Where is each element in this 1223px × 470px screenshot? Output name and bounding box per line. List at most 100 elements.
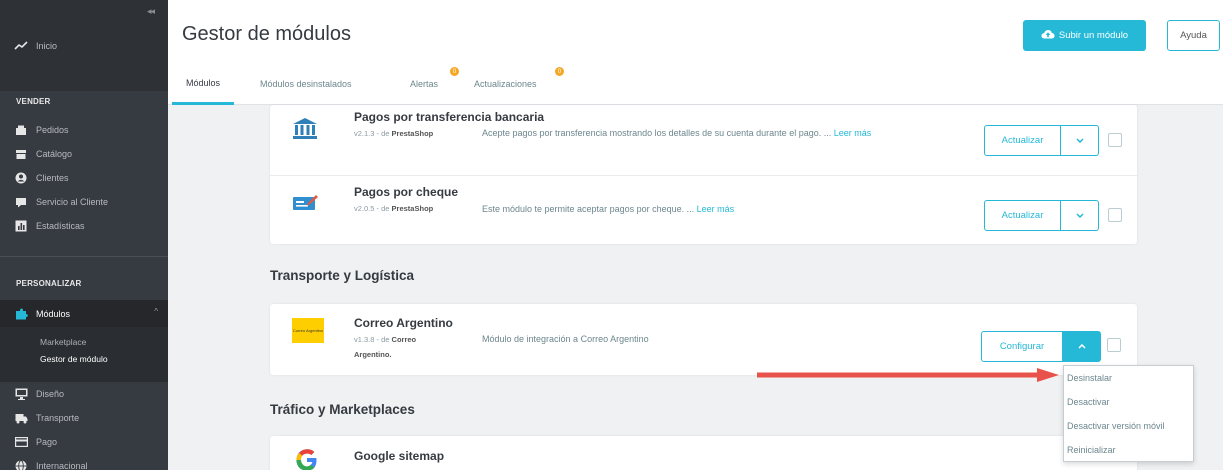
dropdown-item-uninstall[interactable]: Desinstalar	[1067, 373, 1112, 383]
upload-module-label: Subir un módulo	[1058, 30, 1129, 41]
module-checkbox[interactable]	[1107, 338, 1121, 352]
category-title: Transporte y Logística	[270, 268, 415, 283]
cheque-icon	[290, 189, 320, 217]
module-name: Google sitemap	[354, 449, 445, 463]
submenu-item-gestor[interactable]: Gestor de módulo	[40, 354, 108, 364]
inbox-icon	[14, 125, 28, 136]
read-more-link[interactable]: Leer más	[834, 128, 872, 138]
user-icon	[14, 172, 28, 184]
sidebar-item-label: Módulos	[36, 308, 71, 319]
dropdown-item-disable-mobile[interactable]: Desactivar versión móvil	[1067, 421, 1165, 431]
sidebar: ◂◂ Inicio VENDER Pedidos Catálogo Client…	[0, 0, 168, 470]
sidebar-section-title: VENDER	[16, 97, 51, 106]
chevron-up-icon: ^	[154, 307, 158, 316]
dropdown-item-disable[interactable]: Desactivar	[1067, 397, 1110, 407]
sidebar-item-transporte[interactable]: Transporte	[0, 406, 168, 430]
tab-label: Alertas	[410, 79, 439, 89]
tab-desinstalados[interactable]: Módulos desinstalados	[260, 63, 352, 105]
module-name: Pagos por cheque	[354, 185, 459, 199]
module-checkbox[interactable]	[1108, 208, 1122, 222]
module-version-text: v2.1.3 - de	[354, 129, 390, 138]
module-author: PrestaShop	[391, 129, 434, 138]
sidebar-item-clientes[interactable]: Clientes	[0, 166, 168, 190]
module-checkbox[interactable]	[1108, 133, 1122, 147]
module-author: PrestaShop	[391, 204, 434, 213]
sidebar-item-internacional[interactable]: Internacional	[0, 454, 168, 470]
page-title: Gestor de módulos	[182, 23, 351, 45]
sidebar-item-label: Catálogo	[36, 149, 73, 159]
logo-text: Correo Argentino	[292, 328, 324, 333]
module-version: v1.3.8 - de Correo Argentino.	[354, 332, 416, 362]
bank-icon	[290, 115, 320, 143]
sidebar-item-pedidos[interactable]: Pedidos	[0, 118, 168, 142]
google-icon	[292, 446, 322, 470]
store-icon	[14, 149, 28, 160]
chevron-down-icon[interactable]	[1061, 125, 1099, 156]
module-description-text: Acepte pagos por transferencia mostrando…	[482, 128, 832, 138]
sidebar-item-estadisticas[interactable]: Estadísticas	[0, 214, 168, 238]
module-author: Correo	[391, 335, 417, 344]
sidebar-item-label: Pago	[36, 437, 58, 447]
module-card-group: Pagos por transferencia bancaria v2.1.3 …	[270, 105, 1137, 244]
module-description: Este módulo te permite aceptar pagos por…	[482, 201, 902, 218]
tab-label: Actualizaciones	[474, 79, 537, 89]
sidebar-item-label: Estadísticas	[36, 221, 85, 231]
bar-chart-icon	[14, 220, 28, 232]
module-name: Correo Argentino	[354, 316, 453, 330]
globe-icon	[14, 460, 28, 470]
help-button[interactable]: Ayuda	[1167, 20, 1220, 51]
read-more-link[interactable]: Leer más	[697, 204, 735, 214]
sidebar-item-label: Diseño	[36, 389, 65, 399]
dropdown-item-reset[interactable]: Reinicializar	[1067, 445, 1116, 455]
chevron-down-icon[interactable]	[1061, 200, 1099, 231]
category-title: Tráfico y Marketplaces	[270, 402, 415, 417]
module-version-text: v1.3.8 - de	[354, 335, 390, 344]
tab-bar: Módulos Módulos desinstalados Alertas 0 …	[168, 63, 868, 105]
sidebar-item-label: Inicio	[36, 41, 58, 51]
chevron-up-icon[interactable]	[1063, 331, 1101, 362]
sidebar-item-diseno[interactable]: Diseño	[0, 382, 168, 406]
app-window: ◂◂ Inicio VENDER Pedidos Catálogo Client…	[0, 0, 1223, 470]
sidebar-item-modulos[interactable]: Módulos ^	[0, 300, 168, 327]
sidebar-item-pago[interactable]: Pago	[0, 430, 168, 454]
sidebar-item-label: Transporte	[36, 413, 80, 423]
module-action-group: Actualizar	[984, 200, 1099, 231]
sidebar-section-title: PERSONALIZAR	[16, 279, 82, 288]
module-version: v2.1.3 - de PrestaShop	[354, 126, 433, 141]
sidebar-item-label: Internacional	[36, 461, 88, 470]
update-button[interactable]: Actualizar	[984, 125, 1061, 156]
tab-alertas[interactable]: Alertas	[410, 63, 438, 105]
update-button[interactable]: Actualizar	[984, 200, 1061, 231]
puzzle-icon	[14, 308, 28, 320]
module-description: Acepte pagos por transferencia mostrando…	[482, 125, 902, 142]
truck-icon	[14, 413, 28, 424]
credit-card-icon	[14, 437, 28, 447]
module-version-text: v2.0.5 - de	[354, 204, 390, 213]
tab-modulos[interactable]: Módulos	[172, 63, 235, 105]
sidebar-item-label: Servicio al Cliente	[36, 197, 109, 207]
configure-button[interactable]: Configurar	[981, 331, 1063, 362]
cloud-upload-icon	[1041, 29, 1055, 42]
submenu-item-marketplace[interactable]: Marketplace	[40, 337, 86, 347]
module-card: Correo Argentino Correo Argentino v1.3.8…	[270, 304, 1137, 375]
module-name: Pagos por transferencia bancaria	[354, 110, 545, 124]
sidebar-item-catalogo[interactable]: Catálogo	[0, 142, 168, 166]
tab-actualizaciones[interactable]: Actualizaciones	[474, 63, 537, 105]
module-description: Módulo de integración a Correo Argentino	[482, 334, 649, 344]
sidebar-divider	[0, 256, 168, 257]
arrow-annotation	[757, 368, 1059, 382]
correo-argentino-logo: Correo Argentino	[292, 318, 324, 343]
sidebar-item-servicio[interactable]: Servicio al Cliente	[0, 190, 168, 214]
desktop-icon	[14, 388, 28, 400]
page-header: Gestor de módulos Subir un módulo Ayuda …	[168, 0, 1223, 105]
module-description-text: Este módulo te permite aceptar pagos por…	[482, 204, 695, 214]
trending-up-icon	[14, 41, 28, 51]
divider	[270, 175, 1137, 176]
update-badge: 0	[555, 67, 564, 76]
sidebar-item-inicio[interactable]: Inicio	[0, 34, 168, 58]
module-actions-dropdown: Desinstalar Desactivar Desactivar versió…	[1063, 365, 1194, 462]
upload-module-button[interactable]: Subir un módulo	[1023, 20, 1146, 51]
module-action-group: Actualizar	[984, 125, 1099, 156]
sidebar-header: ◂◂ Inicio	[0, 0, 168, 91]
collapse-icon[interactable]: ◂◂	[147, 6, 155, 17]
